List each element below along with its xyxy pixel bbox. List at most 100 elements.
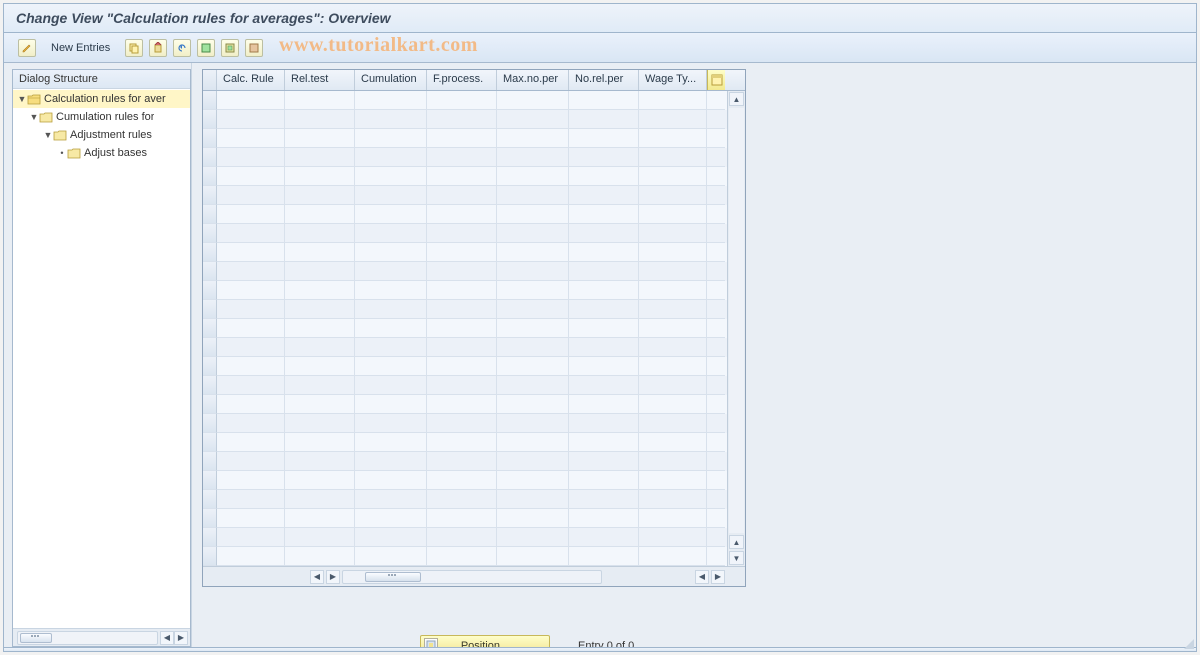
- cell[interactable]: [427, 414, 497, 433]
- row-selector[interactable]: [203, 300, 217, 319]
- cell[interactable]: [569, 528, 639, 547]
- column-header[interactable]: Rel.test: [285, 70, 355, 90]
- cell[interactable]: [427, 262, 497, 281]
- cell[interactable]: [355, 129, 427, 148]
- column-header[interactable]: Calc. Rule: [217, 70, 285, 90]
- cell[interactable]: [285, 129, 355, 148]
- row-selector[interactable]: [203, 167, 217, 186]
- cell[interactable]: [639, 91, 707, 110]
- chevron-up-icon[interactable]: ▲: [729, 92, 744, 106]
- cell[interactable]: [569, 395, 639, 414]
- cell[interactable]: [569, 414, 639, 433]
- cell[interactable]: [569, 452, 639, 471]
- cell[interactable]: [497, 205, 569, 224]
- cell[interactable]: [427, 471, 497, 490]
- cell[interactable]: [355, 300, 427, 319]
- cell[interactable]: [217, 414, 285, 433]
- cell[interactable]: [639, 319, 707, 338]
- row-selector[interactable]: [203, 281, 217, 300]
- cell[interactable]: [285, 338, 355, 357]
- cell[interactable]: [639, 110, 707, 129]
- cell[interactable]: [217, 490, 285, 509]
- row-selector[interactable]: [203, 509, 217, 528]
- cell[interactable]: [355, 490, 427, 509]
- cell[interactable]: [497, 433, 569, 452]
- row-selector[interactable]: [203, 357, 217, 376]
- cell[interactable]: [497, 281, 569, 300]
- cell[interactable]: [355, 224, 427, 243]
- cell[interactable]: [217, 395, 285, 414]
- sidebar-hscroll[interactable]: ◀ ▶: [13, 628, 190, 646]
- dialog-structure-tree[interactable]: ▼ Calculation rules for aver▼ Cumulation…: [13, 89, 190, 628]
- table-row[interactable]: [203, 91, 727, 110]
- cell[interactable]: [285, 452, 355, 471]
- cell[interactable]: [355, 433, 427, 452]
- cell[interactable]: [285, 186, 355, 205]
- cell[interactable]: [639, 433, 707, 452]
- cell[interactable]: [497, 243, 569, 262]
- select-all-icon[interactable]: [197, 39, 215, 57]
- cell[interactable]: [569, 129, 639, 148]
- cell[interactable]: [355, 395, 427, 414]
- cell[interactable]: [217, 281, 285, 300]
- table-row[interactable]: [203, 547, 727, 566]
- cell[interactable]: [217, 91, 285, 110]
- cell[interactable]: [497, 167, 569, 186]
- tree-twisty[interactable]: ▼: [29, 112, 39, 122]
- cell[interactable]: [427, 395, 497, 414]
- cell[interactable]: [569, 148, 639, 167]
- row-selector[interactable]: [203, 319, 217, 338]
- cell[interactable]: [497, 357, 569, 376]
- delete-icon[interactable]: [149, 39, 167, 57]
- cell[interactable]: [217, 224, 285, 243]
- chevron-up-icon[interactable]: ▲: [729, 535, 744, 549]
- chevron-left-icon[interactable]: ◀: [160, 631, 174, 645]
- cell[interactable]: [285, 490, 355, 509]
- cell[interactable]: [497, 547, 569, 566]
- cell[interactable]: [217, 376, 285, 395]
- cell[interactable]: [427, 224, 497, 243]
- row-selector[interactable]: [203, 243, 217, 262]
- table-row[interactable]: [203, 300, 727, 319]
- cell[interactable]: [285, 433, 355, 452]
- cell[interactable]: [427, 91, 497, 110]
- cell[interactable]: [639, 509, 707, 528]
- cell[interactable]: [569, 338, 639, 357]
- cell[interactable]: [355, 186, 427, 205]
- cell[interactable]: [569, 300, 639, 319]
- table-row[interactable]: [203, 433, 727, 452]
- cell[interactable]: [639, 395, 707, 414]
- cell[interactable]: [355, 414, 427, 433]
- cell[interactable]: [569, 205, 639, 224]
- cell[interactable]: [569, 319, 639, 338]
- grid-select-all[interactable]: [203, 70, 217, 90]
- row-selector[interactable]: [203, 110, 217, 129]
- tree-item[interactable]: ▼ Cumulation rules for: [13, 108, 190, 126]
- cell[interactable]: [497, 110, 569, 129]
- row-selector[interactable]: [203, 205, 217, 224]
- cell[interactable]: [569, 224, 639, 243]
- row-selector[interactable]: [203, 490, 217, 509]
- cell[interactable]: [217, 338, 285, 357]
- cell[interactable]: [217, 547, 285, 566]
- cell[interactable]: [427, 452, 497, 471]
- copy-icon[interactable]: [125, 39, 143, 57]
- cell[interactable]: [285, 224, 355, 243]
- cell[interactable]: [497, 319, 569, 338]
- cell[interactable]: [285, 547, 355, 566]
- cell[interactable]: [427, 186, 497, 205]
- cell[interactable]: [355, 547, 427, 566]
- cell[interactable]: [217, 148, 285, 167]
- cell[interactable]: [427, 547, 497, 566]
- cell[interactable]: [569, 167, 639, 186]
- cell[interactable]: [497, 452, 569, 471]
- cell[interactable]: [497, 224, 569, 243]
- cell[interactable]: [285, 471, 355, 490]
- cell[interactable]: [427, 509, 497, 528]
- undo-icon[interactable]: [173, 39, 191, 57]
- chevron-right-icon[interactable]: ▶: [711, 570, 725, 584]
- cell[interactable]: [217, 110, 285, 129]
- cell[interactable]: [427, 319, 497, 338]
- cell[interactable]: [285, 509, 355, 528]
- cell[interactable]: [497, 186, 569, 205]
